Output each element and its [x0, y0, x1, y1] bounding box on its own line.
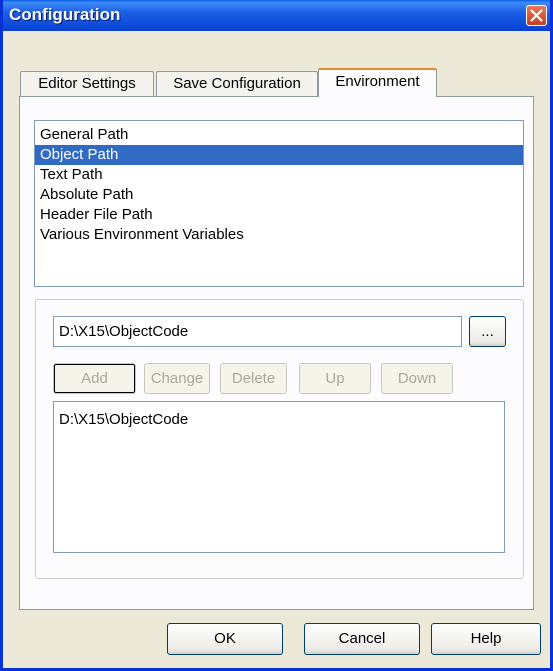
window-title: Configuration — [9, 5, 121, 24]
delete-label: Delete — [231, 370, 276, 387]
help-button[interactable]: Help — [431, 623, 541, 655]
cancel-label: Cancel — [338, 630, 386, 647]
help-label: Help — [470, 630, 502, 647]
category-items: General Path Object Path Text Path Absol… — [35, 121, 523, 245]
tab-save-configuration[interactable]: Save Configuration — [156, 71, 318, 96]
tab-label: Save Configuration — [173, 75, 301, 92]
list-item[interactable]: Header File Path — [35, 205, 523, 225]
list-item[interactable]: Text Path — [35, 165, 523, 185]
up-label: Up — [325, 370, 345, 387]
ok-label: OK — [214, 630, 236, 647]
close-icon — [530, 9, 543, 22]
list-item[interactable]: General Path — [35, 125, 523, 145]
path-input[interactable]: D:\X15\ObjectCode — [53, 316, 462, 347]
down-button[interactable]: Down — [381, 363, 453, 394]
list-item[interactable]: Object Path — [35, 145, 523, 165]
tab-label: Environment — [335, 73, 420, 90]
tab-editor-settings[interactable]: Editor Settings — [20, 71, 154, 96]
title-bar[interactable]: Configuration — [3, 0, 550, 31]
configuration-dialog: Configuration Editor Settings Save Confi… — [0, 0, 553, 671]
category-list[interactable]: General Path Object Path Text Path Absol… — [34, 120, 524, 287]
down-label: Down — [397, 370, 437, 387]
browse-button[interactable]: ... — [469, 316, 506, 347]
tab-label: Editor Settings — [38, 75, 136, 92]
change-button[interactable]: Change — [144, 363, 210, 394]
delete-button[interactable]: Delete — [220, 363, 287, 394]
browse-label: ... — [481, 323, 494, 340]
tab-environment[interactable]: Environment — [318, 68, 437, 97]
change-label: Change — [150, 370, 204, 387]
close-button[interactable] — [526, 5, 547, 26]
up-button[interactable]: Up — [299, 363, 371, 394]
add-label: Add — [81, 370, 108, 387]
path-list[interactable]: D:\X15\ObjectCode — [53, 401, 505, 553]
list-item[interactable]: Various Environment Variables — [35, 225, 523, 245]
cancel-button[interactable]: Cancel — [304, 623, 420, 655]
ok-button[interactable]: OK — [167, 623, 283, 655]
list-item[interactable]: Absolute Path — [35, 185, 523, 205]
list-item[interactable]: D:\X15\ObjectCode — [54, 410, 504, 430]
add-button[interactable]: Add — [53, 363, 136, 394]
